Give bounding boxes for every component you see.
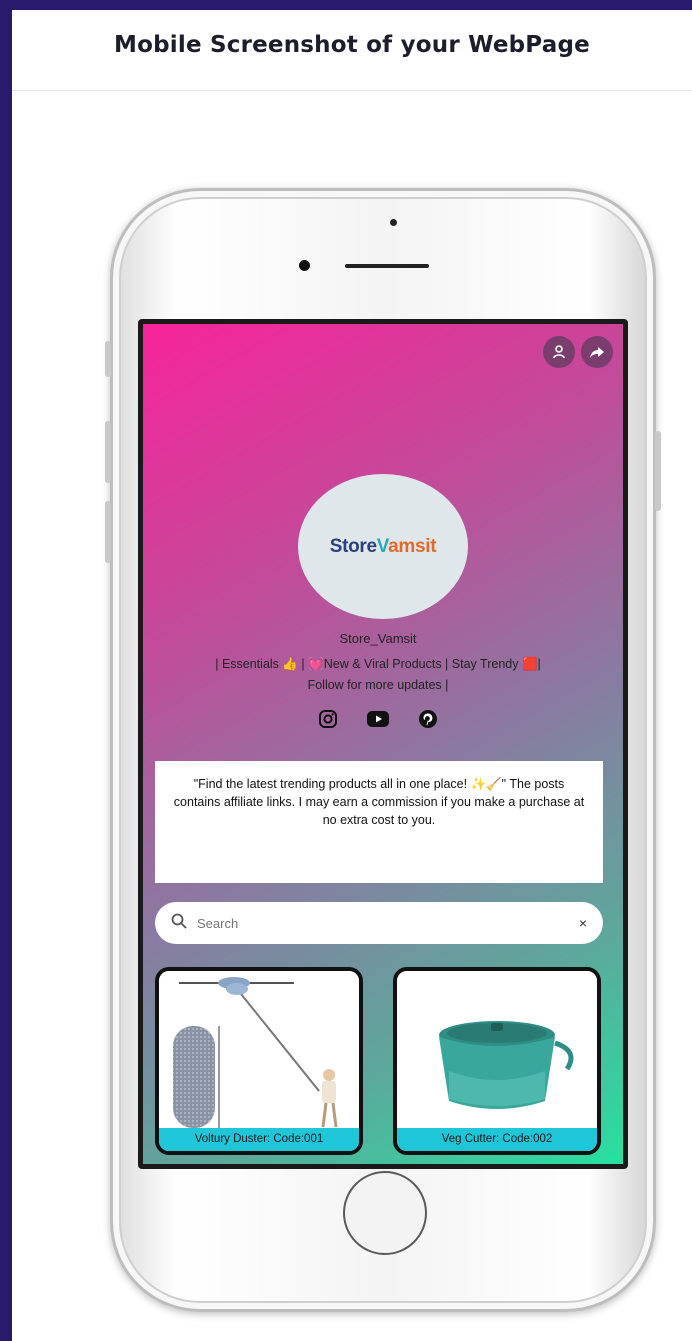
phone-screen: StoreVamsit Store_Vamsit | Essentials 👍 …	[138, 319, 628, 1169]
store-avatar: StoreVamsit	[298, 474, 468, 619]
earpiece-speaker	[345, 264, 429, 268]
home-button	[343, 1171, 427, 1255]
bio-line-1: | Essentials 👍 | 💓New & Viral Products |…	[215, 657, 541, 671]
page-title: Mobile Screenshot of your WebPage	[114, 32, 590, 58]
social-links	[143, 708, 613, 730]
top-actions	[543, 336, 613, 368]
user-icon[interactable]	[543, 336, 575, 368]
search-icon	[171, 913, 187, 934]
affiliate-info-text: "Find the latest trending products all i…	[173, 777, 585, 827]
logo-text-v: V	[376, 535, 389, 557]
product-card[interactable]: Voltury Duster: Code:001	[155, 967, 363, 1155]
close-icon[interactable]: ×	[579, 915, 587, 931]
preview-panel: Mobile Screenshot of your WebPage StoreV…	[12, 10, 692, 1341]
header-divider	[12, 90, 692, 91]
share-icon[interactable]	[581, 336, 613, 368]
store-bio: | Essentials 👍 | 💓New & Viral Products |…	[153, 654, 603, 696]
phone-power-button	[655, 431, 661, 511]
instagram-icon[interactable]	[317, 708, 339, 730]
logo-text-amsit: amsit	[388, 535, 437, 557]
bio-line-2: Follow for more updates |	[307, 678, 449, 692]
product-card[interactable]: Veg Cutter: Code:002	[393, 967, 601, 1155]
veg-cutter-product-image	[397, 971, 597, 1131]
affiliate-info-box: "Find the latest trending products all i…	[155, 761, 603, 883]
product-label: Veg Cutter: Code:002	[397, 1128, 597, 1151]
store-name: Store_Vamsit	[339, 631, 417, 646]
logo-text-store: Store	[329, 535, 377, 557]
phone-volume-up	[105, 421, 111, 483]
search-input[interactable]	[195, 914, 579, 932]
store-logo: StoreVamsit	[330, 536, 437, 558]
product-label: Voltury Duster: Code:001	[159, 1128, 359, 1151]
phone-volume-down	[105, 501, 111, 563]
pinterest-icon[interactable]	[417, 708, 439, 730]
search-bar: ×	[155, 902, 603, 944]
duster-product-image	[159, 971, 359, 1131]
phone-mockup: StoreVamsit Store_Vamsit | Essentials 👍 …	[105, 188, 661, 1312]
phone-side-button	[105, 341, 111, 377]
youtube-icon[interactable]	[367, 708, 389, 730]
front-camera	[390, 219, 397, 226]
proximity-sensor	[299, 260, 310, 271]
